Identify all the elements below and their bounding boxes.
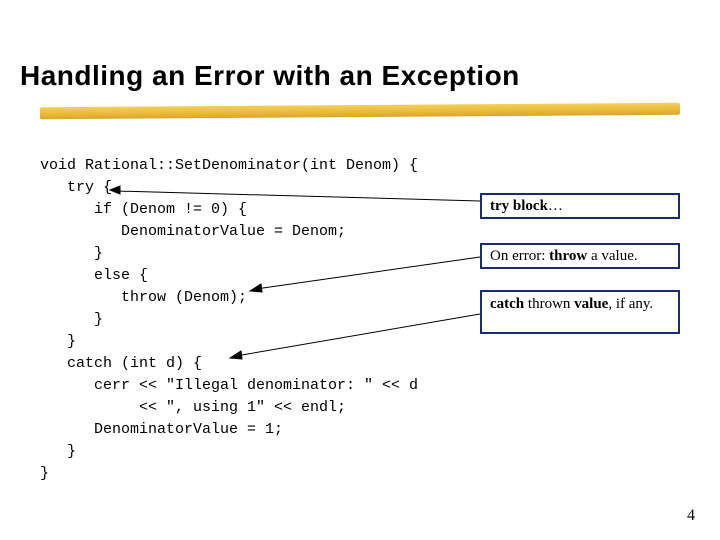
arrow-catch <box>230 312 480 362</box>
annotation-tryblock: try block… <box>480 193 680 219</box>
annotation-catch: catch thrown value, if any. <box>480 290 680 334</box>
annotation-text: , if any. <box>608 296 653 312</box>
annotation-text: … <box>548 198 563 214</box>
annotation-text: try block <box>490 198 548 214</box>
annotation-text: a value. <box>587 248 637 264</box>
title-underline <box>40 105 680 123</box>
page-number: 4 <box>687 507 695 525</box>
annotation-text: On error: <box>490 248 549 264</box>
annotation-text: value <box>574 296 608 312</box>
annotation-onerror: On error: throw a value. <box>480 243 680 269</box>
arrow-tryblock <box>110 185 480 205</box>
annotation-text: throw <box>549 248 587 264</box>
annotation-text: catch <box>490 296 524 312</box>
annotation-text: thrown <box>524 296 574 312</box>
arrow-throw <box>250 255 480 295</box>
slide-title: Handling an Error with an Exception <box>20 60 700 92</box>
